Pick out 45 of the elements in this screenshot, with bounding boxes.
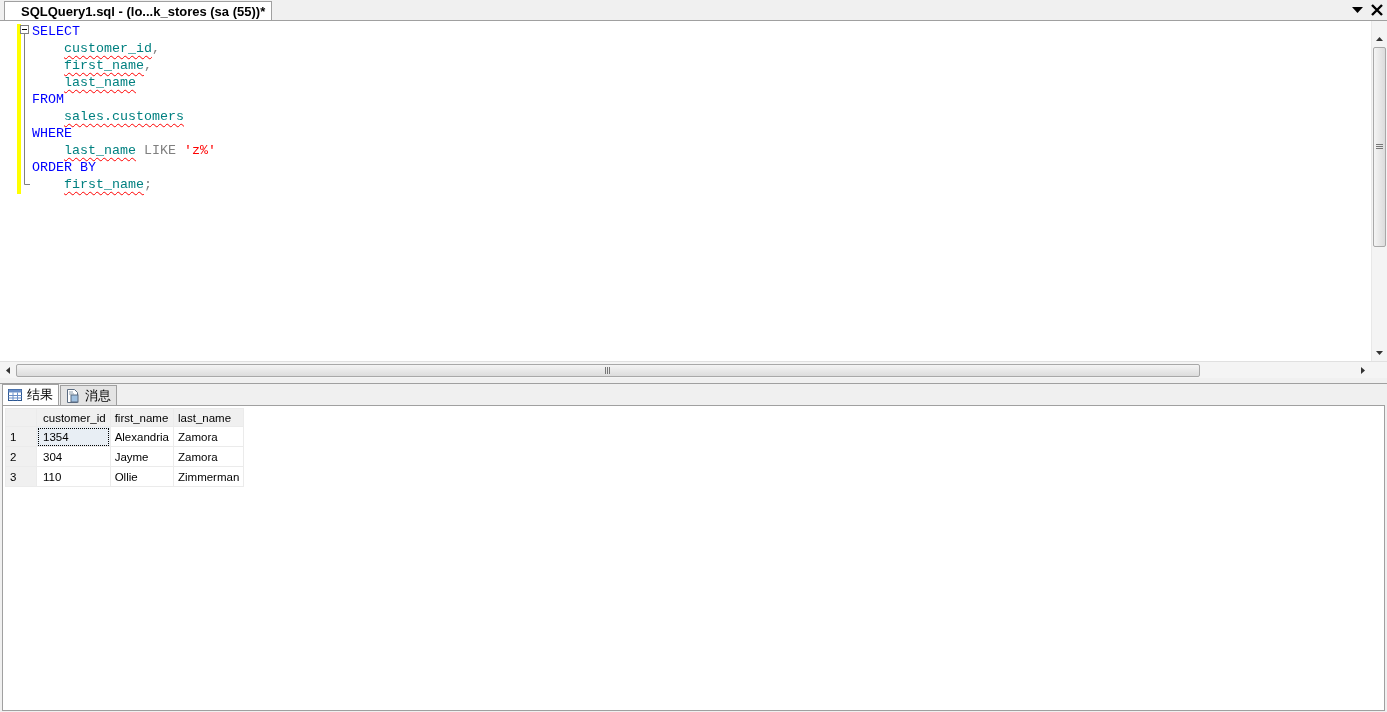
column-header[interactable]: last_name <box>173 408 244 427</box>
column-header[interactable]: first_name <box>110 408 174 427</box>
code-token: ; <box>144 177 152 192</box>
code-token: FROM <box>32 92 64 107</box>
code-token: first_name <box>64 58 144 73</box>
column-header[interactable]: customer_id <box>36 408 111 427</box>
table-cell: Zamora <box>173 446 244 467</box>
scroll-left-icon[interactable] <box>6 366 10 374</box>
code-token: last_name <box>64 143 136 158</box>
table-cell: 110 <box>36 466 111 487</box>
table-cell: Ollie <box>110 466 174 487</box>
code-token: WHERE <box>32 126 72 141</box>
code-token: , <box>144 58 152 73</box>
grid-icon <box>8 389 22 401</box>
document-tab[interactable]: SQLQuery1.sql - (lo...k_stores (sa (55))* <box>4 1 273 20</box>
row-number[interactable]: 3 <box>5 466 37 487</box>
code-token: SELECT <box>32 24 80 39</box>
scroll-thumb[interactable] <box>16 363 1200 377</box>
code-token: last_name <box>64 75 136 90</box>
table-cell: Alexandria <box>110 426 174 447</box>
code-token: customer_id <box>64 41 152 56</box>
table-cell: Zamora <box>173 426 244 447</box>
dropdown-icon[interactable] <box>1352 7 1363 13</box>
collapse-icon[interactable] <box>20 25 29 34</box>
result-tab[interactable]: 结果 <box>2 384 59 405</box>
horizontal-scrollbar[interactable] <box>0 361 1387 378</box>
scroll-down-icon[interactable] <box>1376 351 1383 355</box>
code-token: first_name <box>64 177 144 192</box>
scroll-right-icon[interactable] <box>1361 366 1365 374</box>
row-number[interactable]: 2 <box>5 446 37 467</box>
row-number[interactable]: 1 <box>5 426 37 447</box>
table-cell: Zimmerman <box>173 466 244 487</box>
scroll-thumb[interactable] <box>1373 47 1386 247</box>
table-cell: Jayme <box>110 446 174 467</box>
code-token: sales.customers <box>64 109 184 124</box>
table-cell: 304 <box>36 446 111 467</box>
document-icon <box>66 388 80 403</box>
code-token: LIKE <box>142 143 177 158</box>
close-icon[interactable] <box>1371 4 1383 16</box>
result-tab[interactable]: 消息 <box>60 385 117 405</box>
scroll-up-icon[interactable] <box>1376 37 1383 41</box>
code-token: ORDER BY <box>32 160 96 175</box>
vertical-scrollbar[interactable] <box>1371 21 1387 361</box>
code-token: , <box>152 41 160 56</box>
code-token: 'z%' <box>184 143 216 158</box>
